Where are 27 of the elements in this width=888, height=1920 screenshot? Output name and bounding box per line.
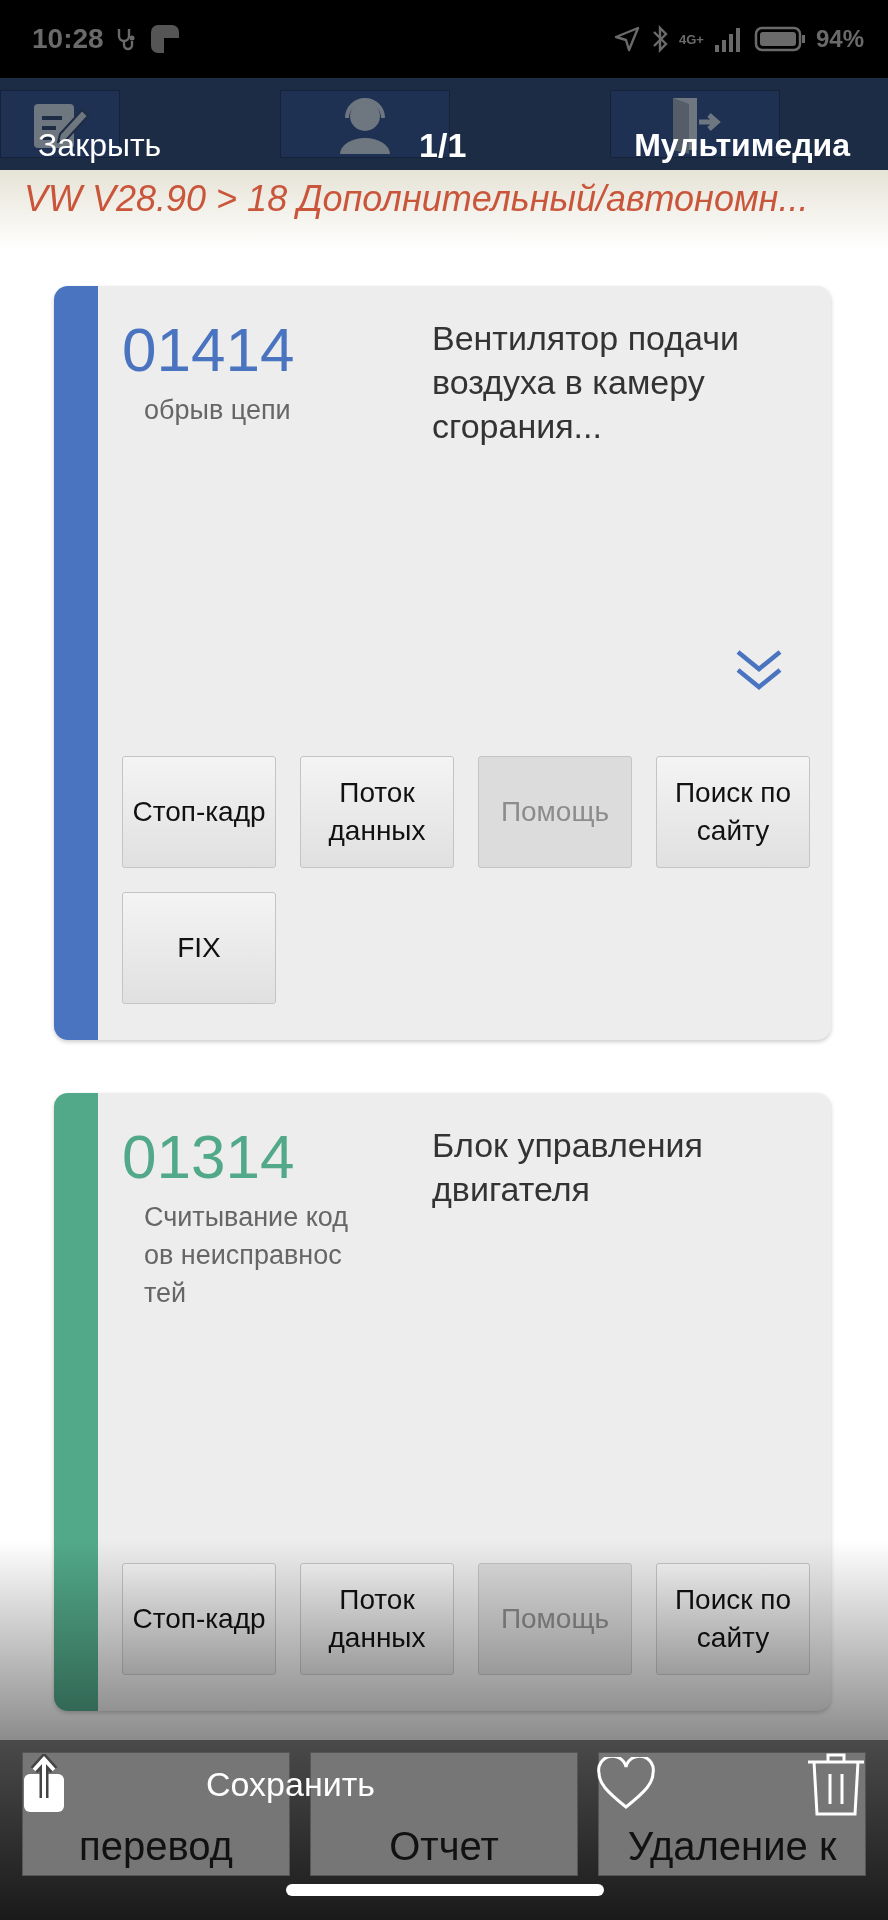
action-button[interactable]: Поиск по сайту: [656, 756, 810, 868]
battery-icon: [753, 26, 806, 52]
favorite-icon[interactable]: [596, 1757, 656, 1811]
delete-icon[interactable]: [806, 1752, 866, 1816]
share-icon[interactable]: [22, 1754, 66, 1814]
action-button[interactable]: FIX: [122, 892, 276, 1004]
action-button[interactable]: Стоп-кадр: [122, 1563, 276, 1675]
close-button[interactable]: Закрыть: [38, 127, 162, 164]
fault-description: Блок управления двигателя: [432, 1125, 704, 1211]
clock: 10:28: [32, 23, 104, 55]
bottom-button[interactable]: Удаление к: [598, 1752, 866, 1876]
action-button[interactable]: Поток данных: [300, 1563, 454, 1675]
action-button[interactable]: Стоп-кадр: [122, 756, 276, 868]
fault-description: Вентилятор подачи воздуха в камеру сгорания...: [432, 318, 740, 448]
action-button[interactable]: Поток данных: [300, 756, 454, 868]
fault-status: обрыв цепи: [144, 394, 292, 428]
network-label: 4G+: [679, 31, 704, 47]
expand-icon[interactable]: [734, 648, 784, 692]
location-icon: [613, 25, 641, 53]
fault-code: 01414: [122, 316, 296, 385]
bluetooth-icon: [651, 24, 669, 54]
fault-code: 01314: [122, 1123, 296, 1192]
viewer-title: Мультимедиа: [634, 127, 850, 164]
battery-level: 94%: [815, 25, 864, 53]
page-counter: 1/1: [419, 126, 467, 165]
fault-status: Считывание кодов неисправностей: [144, 1201, 349, 1310]
action-button[interactable]: Поиск по сайту: [656, 1563, 810, 1675]
